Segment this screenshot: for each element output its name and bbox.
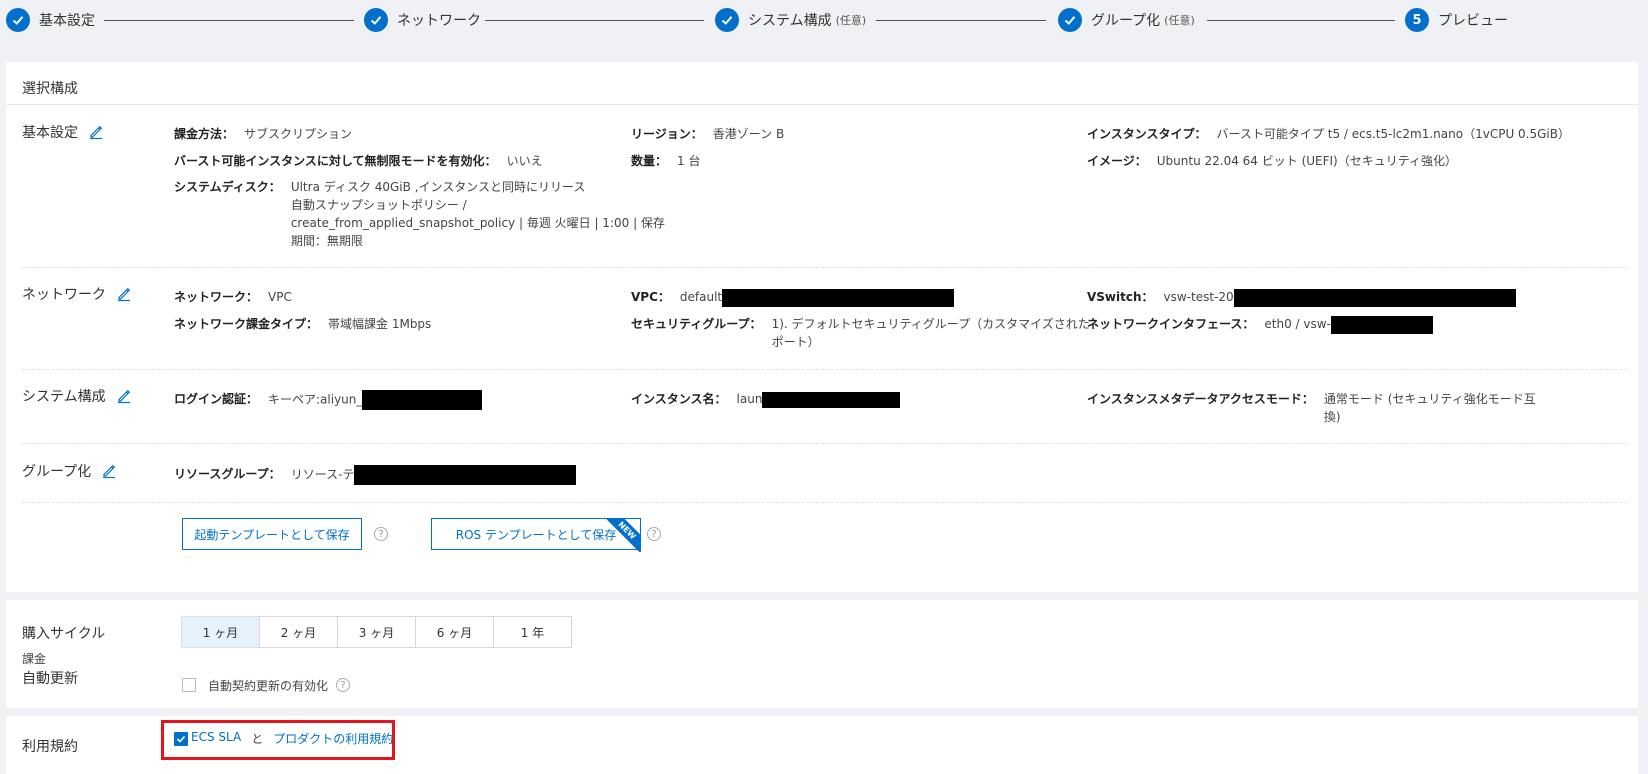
field-region: リージョン： 香港ゾーン B: [631, 127, 785, 141]
step-basic-settings[interactable]: 基本設定: [6, 8, 95, 32]
field-metadata-access: インスタンスメタデータアクセスモード： 通常モード (セキュリティ強化モード互 …: [1087, 392, 1536, 424]
step-preview: 5 プレビュー: [1405, 8, 1508, 32]
section-title: 基本設定: [22, 125, 78, 141]
section-network: ネットワーク: [22, 284, 132, 304]
cycle-option-6-months[interactable]: 6 ヶ月: [415, 616, 494, 648]
section-title: ネットワーク: [22, 287, 106, 303]
auto-renew-label: 自動更新: [22, 671, 78, 687]
step-network[interactable]: ネットワーク: [364, 8, 481, 32]
check-icon: [1058, 8, 1082, 32]
purchase-cycle-selector: 1 ヶ月 2 ヶ月 3 ヶ月 6 ヶ月 1 年: [181, 616, 572, 648]
section-basic-settings: 基本設定: [22, 122, 104, 142]
step-optional-tag: (任意): [835, 14, 867, 27]
cycle-option-2-months[interactable]: 2 ヶ月: [259, 616, 338, 648]
step-system-config[interactable]: システム構成 (任意): [715, 8, 866, 32]
divider: [22, 369, 1628, 370]
cycle-option-3-months[interactable]: 3 ヶ月: [337, 616, 416, 648]
redacted-block: [1330, 315, 1433, 334]
field-vpc: VPC： default: [631, 288, 955, 307]
field-instance-type: インスタンスタイプ： バースト可能タイプ t5 / ecs.t5-lc2m1.n…: [1087, 127, 1570, 141]
terms-panel: 利用規約 ECS SLA と プロダクトの利用規約: [6, 716, 1638, 774]
field-security-group: セキュリティグループ： 1). デフォルトセキュリティグループ（カスタマイズされ…: [631, 317, 1090, 349]
field-instance-name: インスタンス名： laun: [631, 390, 901, 408]
check-icon: [6, 8, 30, 32]
step-label: ネットワーク: [397, 13, 481, 29]
save-launch-template-button[interactable]: 起動テンプレートとして保存: [182, 518, 362, 550]
step-optional-tag: (任意): [1164, 14, 1195, 27]
divider: [22, 443, 1628, 444]
cycle-option-1-month[interactable]: 1 ヶ月: [181, 616, 260, 648]
step-connector: [876, 20, 1046, 21]
field-network-interface: ネットワークインタフェース： eth0 / vsw-: [1087, 315, 1433, 334]
field-quantity: 数量： 1 台: [631, 154, 701, 168]
section-system-config: システム構成: [22, 386, 132, 406]
redacted-block: [762, 391, 901, 408]
divider: [22, 502, 1628, 503]
edit-icon[interactable]: [116, 388, 132, 404]
help-icon[interactable]: ?: [374, 527, 388, 541]
step-label: グループ化: [1091, 13, 1161, 29]
step-label: 基本設定: [39, 13, 95, 29]
step-label: システム構成: [748, 13, 832, 29]
step-connector: [1207, 20, 1395, 21]
section-title: システム構成: [22, 389, 106, 405]
check-icon: [715, 8, 739, 32]
selected-config-panel: 選択構成 基本設定 課金方法： サブスクリプション バースト可能インスタンスに対…: [6, 62, 1638, 592]
ecs-sla-link[interactable]: ECS SLA: [191, 730, 241, 747]
field-network-billing: ネットワーク課金タイプ： 帯域幅課金 1Mbps: [174, 317, 432, 331]
divider: [22, 267, 1628, 268]
check-icon: [176, 735, 186, 743]
billing-label: 課金: [22, 652, 47, 666]
help-icon[interactable]: ?: [647, 527, 661, 541]
section-title: グループ化: [22, 464, 92, 480]
edit-icon[interactable]: [88, 124, 104, 140]
auto-renew-checkbox[interactable]: [182, 678, 196, 692]
field-login-auth: ログイン認証： キーペア:aliyun_: [174, 390, 483, 410]
divider: [6, 104, 1638, 105]
redacted-block: [1233, 288, 1516, 307]
field-vswitch: VSwitch： vsw-test-20: [1087, 288, 1516, 307]
redacted-block: [362, 390, 483, 410]
redacted-block: [354, 465, 577, 485]
field-network: ネットワーク： VPC: [174, 290, 292, 304]
field-billing-method: 課金方法： サブスクリプション: [174, 127, 353, 141]
field-system-disk: システムディスク： Ultra ディスク 40GiB ,インスタンスと同時にリリ…: [174, 180, 665, 248]
cycle-option-1-year[interactable]: 1 年: [493, 616, 572, 648]
edit-icon[interactable]: [116, 286, 132, 302]
edit-icon[interactable]: [101, 463, 117, 479]
step-connector: [485, 20, 704, 21]
step-progress-bar: 基本設定 ネットワーク システム構成 (任意) グループ化 (任意) 5 プレビ…: [0, 0, 1648, 42]
terms-checkbox[interactable]: [174, 732, 188, 746]
step-label: プレビュー: [1438, 13, 1508, 29]
panel-title: 選択構成: [22, 81, 78, 97]
terms-label: 利用規約: [22, 739, 78, 755]
purchase-panel: 購入サイクル 課金 自動更新 1 ヶ月 2 ヶ月 3 ヶ月 6 ヶ月 1 年 自…: [6, 600, 1638, 708]
purchase-cycle-label: 購入サイクル: [22, 626, 106, 642]
help-icon[interactable]: ?: [336, 678, 350, 692]
redacted-block: [722, 288, 955, 307]
save-ros-template-button[interactable]: ROS テンプレートとして保存 NEW: [431, 518, 641, 552]
terms-text: ECS SLA と プロダクトの利用規約: [191, 730, 394, 747]
field-image: イメージ： Ubuntu 22.04 64 ビット (UEFI)（セキュリティ強…: [1087, 154, 1458, 168]
field-burst-unlimited: バースト可能インスタンスに対して無制限モードを有効化： いいえ: [174, 154, 543, 168]
auto-renew-text: 自動契約更新の有効化: [208, 679, 329, 693]
product-terms-link[interactable]: プロダクトの利用規約: [273, 730, 393, 747]
section-grouping: グループ化: [22, 461, 117, 481]
field-resource-group: リソースグループ： リソース-テ: [174, 465, 577, 485]
new-badge: NEW: [607, 518, 641, 552]
step-number: 5: [1405, 8, 1429, 32]
step-grouping[interactable]: グループ化 (任意): [1058, 8, 1195, 32]
step-connector: [104, 20, 354, 21]
check-icon: [364, 8, 388, 32]
